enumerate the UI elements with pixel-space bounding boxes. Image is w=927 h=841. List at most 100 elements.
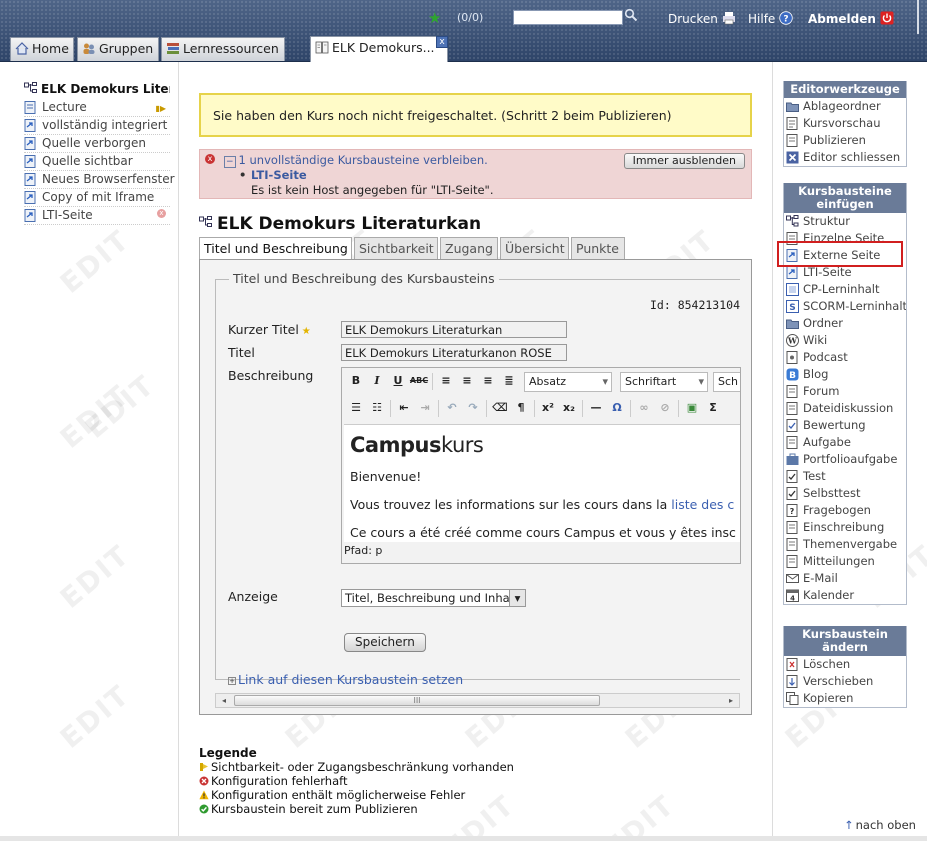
outdent-icon[interactable]: ⇤ bbox=[394, 398, 414, 418]
link-icon[interactable]: ∞ bbox=[634, 398, 654, 418]
format-select[interactable]: Absatz bbox=[524, 372, 612, 392]
back-to-top-link[interactable]: ↑ nach oben bbox=[844, 818, 916, 832]
tab-title-description[interactable]: Titel und Beschreibung bbox=[199, 237, 352, 260]
insert-cp-content[interactable]: CP-Lerninhalt bbox=[784, 281, 906, 298]
undo-icon[interactable]: ↶ bbox=[442, 398, 462, 418]
tree-item-lti[interactable]: LTI-Seite x bbox=[24, 207, 170, 225]
wiki-icon: W bbox=[786, 334, 799, 347]
insert-struktur[interactable]: Struktur bbox=[784, 213, 906, 230]
print-link[interactable]: Drucken bbox=[668, 11, 736, 26]
tab-overview[interactable]: Übersicht bbox=[500, 237, 569, 259]
tool-ablageordner[interactable]: Ablageordner bbox=[784, 98, 906, 115]
insert-file-discussion[interactable]: Dateidiskussion bbox=[784, 400, 906, 417]
tool-course-preview[interactable]: Kursvorschau bbox=[784, 115, 906, 132]
insert-assessment[interactable]: Bewertung bbox=[784, 417, 906, 434]
bookmark-star-icon[interactable]: ★ bbox=[428, 9, 441, 27]
content-paragraph-info: Vous trouvez les informations sur les co… bbox=[350, 497, 735, 512]
align-center-icon[interactable]: ≡ bbox=[457, 371, 477, 391]
align-right-icon[interactable]: ≡ bbox=[478, 371, 498, 391]
tool-publish[interactable]: Publizieren bbox=[784, 132, 906, 149]
error-message[interactable]: −1 unvollständige Kursbausteine verbleib… bbox=[224, 153, 488, 168]
insert-enrollment[interactable]: Einschreibung bbox=[784, 519, 906, 536]
editor-content[interactable]: Campuskurs Bienvenue! Vous trouvez les i… bbox=[344, 424, 740, 542]
strikethrough-button[interactable]: ABC bbox=[409, 371, 429, 391]
tree-item-source-visible[interactable]: Quelle sichtbar bbox=[24, 153, 170, 171]
blog-icon: B bbox=[786, 368, 799, 381]
font-size-select[interactable]: Sch bbox=[713, 372, 740, 392]
hide-always-button[interactable]: Immer ausblenden bbox=[623, 153, 745, 169]
logout-link[interactable]: Abmelden bbox=[808, 11, 894, 26]
insert-task[interactable]: Aufgabe bbox=[784, 434, 906, 451]
change-delete[interactable]: Löschen bbox=[784, 656, 906, 673]
title-input[interactable]: ELK Demokurs Literaturkanon ROSE bbox=[341, 344, 567, 361]
podcast-icon bbox=[786, 351, 798, 364]
bold-button[interactable]: B bbox=[346, 371, 366, 391]
tab-visibility[interactable]: Sichtbarkeit bbox=[354, 237, 438, 259]
course-tree-root[interactable]: ELK Demokurs Literaturkan bbox=[24, 82, 170, 99]
unlink-icon[interactable]: ⊘ bbox=[655, 398, 675, 418]
italic-button[interactable]: I bbox=[367, 371, 387, 391]
legend-item: Kursbaustein bereit zum Publizieren bbox=[199, 802, 514, 816]
insert-self-test[interactable]: Selbsttest bbox=[784, 485, 906, 502]
tab-course[interactable]: ELK Demokurs... x bbox=[310, 36, 448, 62]
indent-icon[interactable]: ⇥ bbox=[415, 398, 435, 418]
campuskurs-logo: Campuskurs bbox=[350, 433, 484, 457]
horizontal-rule-icon[interactable]: — bbox=[586, 398, 606, 418]
change-move[interactable]: Verschieben bbox=[784, 673, 906, 690]
link-to-node[interactable]: + Link auf diesen Kursbaustein setzen bbox=[228, 672, 463, 687]
underline-button[interactable]: U bbox=[388, 371, 408, 391]
insert-scorm-content[interactable]: S SCORM-Lerninhalt bbox=[784, 298, 906, 315]
omega-icon[interactable]: Ω bbox=[607, 398, 627, 418]
insert-email[interactable]: E-Mail bbox=[784, 570, 906, 587]
tab-points[interactable]: Punkte bbox=[571, 237, 625, 259]
tool-close-editor[interactable]: Editor schliessen bbox=[784, 149, 906, 166]
scrollbar-thumb[interactable]: III bbox=[234, 695, 600, 706]
tree-item-copy-iframe[interactable]: Copy of mit Iframe bbox=[24, 189, 170, 207]
tab-access[interactable]: Zugang bbox=[440, 237, 498, 259]
tab-learning-resources[interactable]: Lernressourcen bbox=[161, 37, 285, 61]
align-left-icon[interactable]: ≡ bbox=[436, 371, 456, 391]
insert-test[interactable]: Test bbox=[784, 468, 906, 485]
bullet-list-icon[interactable]: ☰ bbox=[346, 398, 366, 418]
left-divider bbox=[178, 62, 179, 841]
insert-blog[interactable]: B Blog bbox=[784, 366, 906, 383]
change-copy[interactable]: Kopieren bbox=[784, 690, 906, 707]
tree-item-source-hidden[interactable]: Quelle verborgen bbox=[24, 135, 170, 153]
course-list-link[interactable]: liste des c bbox=[671, 497, 734, 512]
help-link[interactable]: Hilfe? bbox=[748, 11, 794, 26]
justify-icon[interactable]: ≣ bbox=[499, 371, 519, 391]
search-input[interactable] bbox=[513, 10, 623, 25]
tab-groups[interactable]: Gruppen bbox=[77, 37, 159, 61]
tree-item-lecture[interactable]: Lecture ▮▶ bbox=[24, 99, 170, 117]
numbered-list-icon[interactable]: ☷ bbox=[367, 398, 387, 418]
short-title-input[interactable]: ELK Demokurs Literaturkan bbox=[341, 321, 567, 338]
redo-icon[interactable]: ↷ bbox=[463, 398, 483, 418]
error-link-lti[interactable]: LTI-Seite bbox=[239, 168, 307, 182]
insert-calendar[interactable]: 4 Kalender bbox=[784, 587, 906, 604]
tab-home[interactable]: Home bbox=[10, 37, 74, 61]
pilcrow-icon[interactable]: ¶ bbox=[511, 398, 531, 418]
scroll-left-icon[interactable]: ◂ bbox=[217, 694, 231, 707]
close-tab-icon[interactable]: x bbox=[436, 36, 448, 48]
tree-item-integrated[interactable]: vollständig integriert bbox=[24, 117, 170, 135]
image-icon[interactable]: ▣ bbox=[682, 398, 702, 418]
math-icon[interactable]: Σ bbox=[703, 398, 723, 418]
search-icon[interactable] bbox=[624, 8, 638, 22]
tree-item-new-window[interactable]: Neues Browserfenster bbox=[24, 171, 175, 189]
eraser-icon[interactable]: ⌫ bbox=[490, 398, 510, 418]
font-select[interactable]: Schriftart bbox=[620, 372, 708, 392]
insert-forum[interactable]: Forum bbox=[784, 383, 906, 400]
insert-portfolio-task[interactable]: Portfolioaufgabe bbox=[784, 451, 906, 468]
horizontal-scrollbar[interactable]: ◂ III ▸ bbox=[215, 693, 740, 708]
insert-topic-assignment[interactable]: Themenvergabe bbox=[784, 536, 906, 553]
insert-announcements[interactable]: Mitteilungen bbox=[784, 553, 906, 570]
insert-folder[interactable]: Ordner bbox=[784, 315, 906, 332]
superscript-icon[interactable]: x² bbox=[538, 398, 558, 418]
display-select[interactable]: Titel, Beschreibung und Inhalt bbox=[341, 589, 526, 607]
save-button[interactable]: Speichern bbox=[344, 633, 426, 652]
insert-podcast[interactable]: Podcast bbox=[784, 349, 906, 366]
insert-wiki[interactable]: W Wiki bbox=[784, 332, 906, 349]
subscript-icon[interactable]: x₂ bbox=[559, 398, 579, 418]
insert-questionnaire[interactable]: ? Fragebogen bbox=[784, 502, 906, 519]
scroll-right-icon[interactable]: ▸ bbox=[724, 694, 738, 707]
